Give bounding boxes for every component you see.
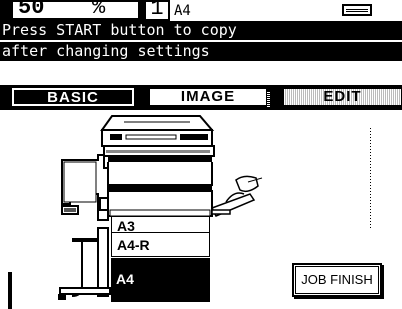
tray-a4r[interactable]: A4-R	[111, 233, 210, 257]
tray-a3[interactable]: A3	[111, 216, 210, 234]
job-finish-button[interactable]: JOB FINISH	[292, 263, 382, 297]
tab-edit[interactable]: EDIT	[283, 88, 402, 106]
paper-size-indicator: A4	[174, 3, 191, 19]
tray-a4[interactable]: A4	[111, 258, 210, 302]
tray-a4-label: A4	[116, 271, 134, 287]
panel-divider	[370, 128, 371, 228]
job-finish-label: JOB FINISH	[301, 272, 373, 287]
message-spacer	[0, 61, 402, 85]
paper-tray-icon	[342, 4, 372, 16]
copy-count: 1	[150, 0, 164, 21]
message-line-2: after changing settings	[0, 42, 402, 61]
zoom-unit: %	[92, 0, 106, 20]
tab-image[interactable]: IMAGE	[149, 88, 270, 107]
zoom-value: 50	[18, 0, 45, 20]
message-line-1: Press START button to copy	[0, 21, 402, 40]
tab-basic[interactable]: BASIC	[11, 87, 135, 107]
